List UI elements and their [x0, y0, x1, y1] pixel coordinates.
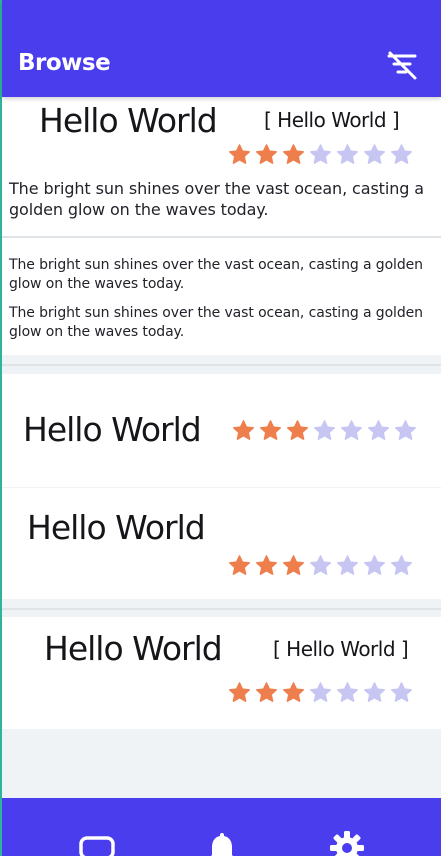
tablet-icon[interactable] — [78, 828, 118, 856]
page-title: Browse — [18, 50, 111, 76]
star-empty-icon[interactable] — [394, 419, 417, 441]
star-empty-icon[interactable] — [336, 681, 359, 703]
card-tag: [ Hello World ] — [273, 637, 409, 661]
star-empty-icon[interactable] — [363, 681, 386, 703]
star-filled-icon[interactable] — [282, 554, 305, 576]
star-filled-icon[interactable] — [282, 143, 305, 165]
filter-clear-icon[interactable] — [385, 49, 419, 83]
card-title: Hello World — [27, 508, 206, 547]
rating-card[interactable]: Hello World [ Hello World ] — [2, 617, 441, 729]
card-text: The bright sun shines over the vast ocea… — [9, 179, 424, 219]
star-empty-icon[interactable] — [390, 143, 413, 165]
star-rating[interactable] — [228, 554, 413, 576]
text-card[interactable]: The bright sun shines over the vast ocea… — [2, 238, 441, 355]
divider — [2, 608, 441, 610]
star-filled-icon[interactable] — [228, 554, 251, 576]
card-title: Hello World — [23, 410, 202, 449]
rating-card[interactable]: Hello World — [2, 488, 441, 599]
content-list: Hello World [ Hello World ] The bright s… — [2, 97, 441, 798]
star-empty-icon[interactable] — [336, 554, 359, 576]
gear-icon[interactable] — [327, 828, 367, 856]
divider — [2, 364, 441, 366]
card-title: Hello World — [44, 629, 223, 668]
star-empty-icon[interactable] — [367, 419, 390, 441]
star-empty-icon[interactable] — [309, 554, 332, 576]
star-filled-icon[interactable] — [228, 681, 251, 703]
card-title: Hello World — [39, 101, 218, 140]
star-rating[interactable] — [228, 143, 413, 165]
star-filled-icon[interactable] — [259, 419, 282, 441]
star-empty-icon[interactable] — [309, 681, 332, 703]
rating-card[interactable]: Hello World [ Hello World ] The bright s… — [2, 97, 441, 236]
star-filled-icon[interactable] — [255, 554, 278, 576]
star-rating[interactable] — [232, 419, 417, 441]
star-empty-icon[interactable] — [340, 419, 363, 441]
star-empty-icon[interactable] — [363, 554, 386, 576]
rating-card[interactable]: Hello World — [2, 374, 441, 487]
card-paragraph: The bright sun shines over the vast ocea… — [9, 305, 423, 340]
star-empty-icon[interactable] — [309, 143, 332, 165]
star-filled-icon[interactable] — [255, 681, 278, 703]
star-empty-icon[interactable] — [390, 554, 413, 576]
star-empty-icon[interactable] — [313, 419, 336, 441]
star-empty-icon[interactable] — [336, 143, 359, 165]
bottom-navigation — [2, 798, 441, 856]
star-filled-icon[interactable] — [228, 143, 251, 165]
star-filled-icon[interactable] — [255, 143, 278, 165]
star-rating[interactable] — [228, 681, 413, 703]
app-bar: Browse — [2, 0, 441, 97]
star-empty-icon[interactable] — [363, 143, 386, 165]
star-filled-icon[interactable] — [282, 681, 305, 703]
bell-icon[interactable] — [202, 828, 242, 856]
card-paragraph: The bright sun shines over the vast ocea… — [9, 257, 423, 292]
card-tag: [ Hello World ] — [264, 108, 400, 132]
star-empty-icon[interactable] — [390, 681, 413, 703]
star-filled-icon[interactable] — [286, 419, 309, 441]
star-filled-icon[interactable] — [232, 419, 255, 441]
